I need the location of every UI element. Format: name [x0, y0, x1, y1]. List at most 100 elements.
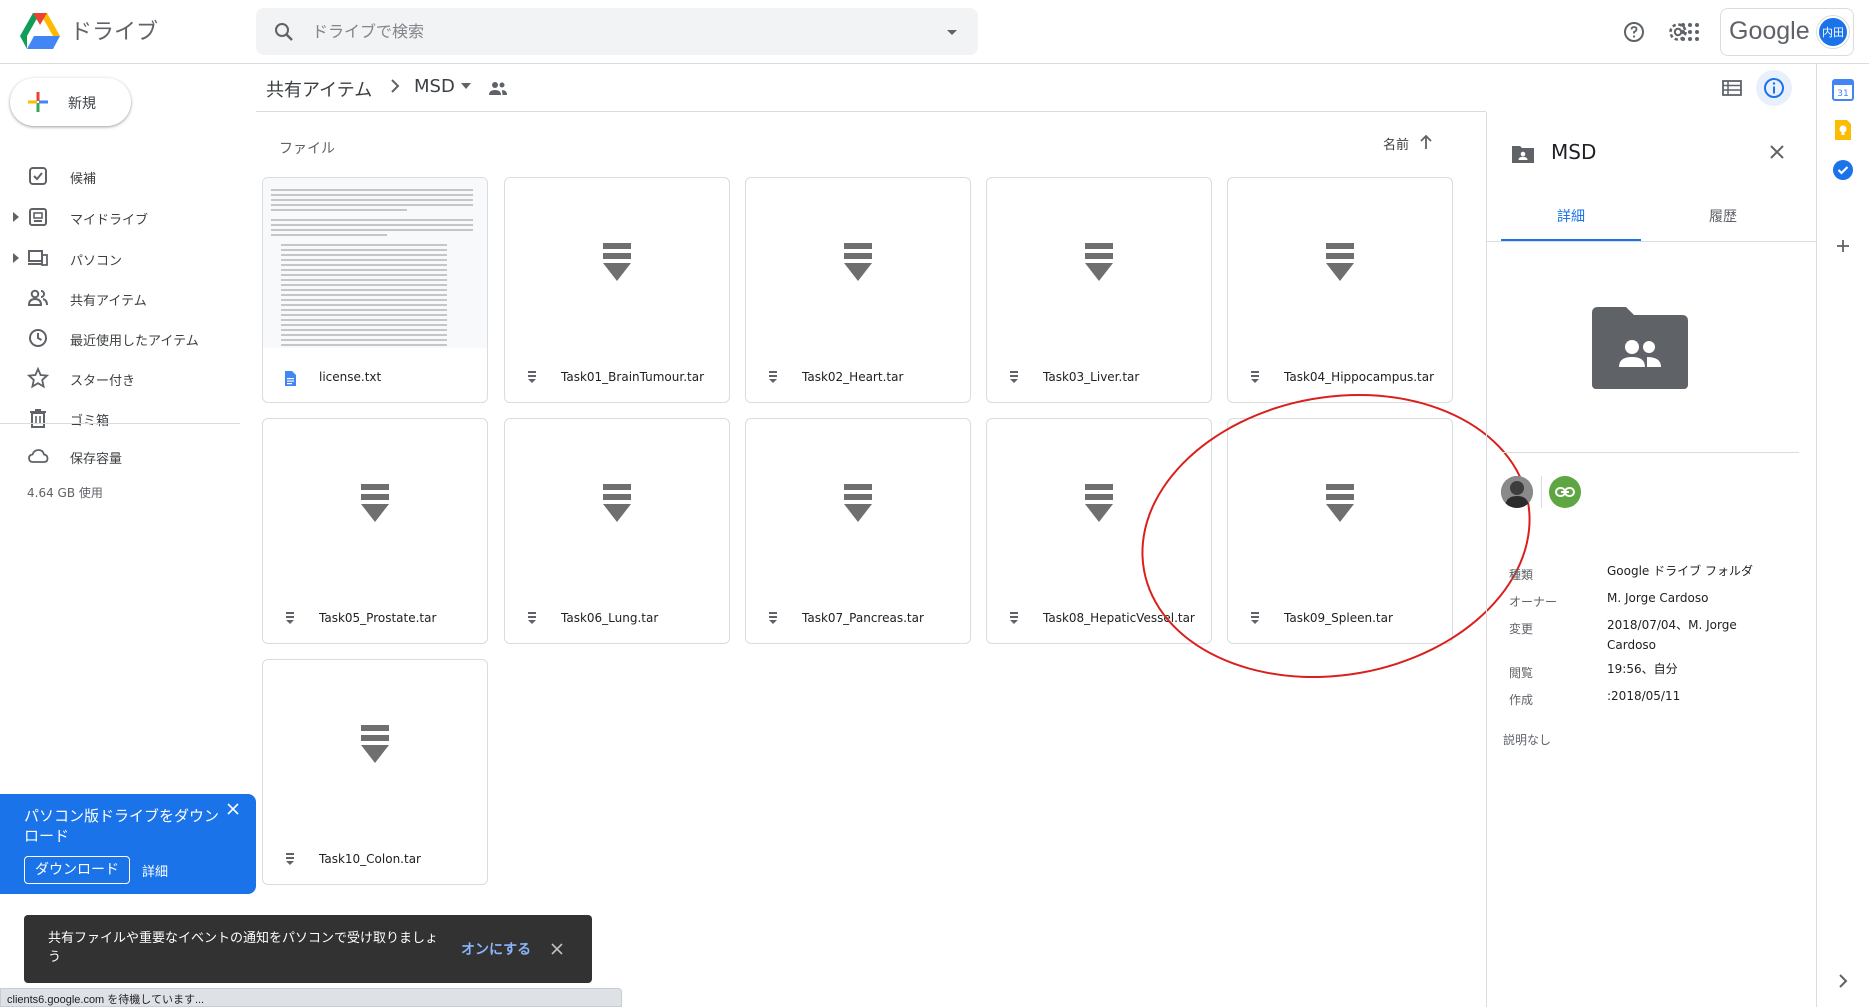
google-apps-button[interactable]: [1672, 14, 1708, 50]
expand-arrow-icon[interactable]: [12, 253, 20, 263]
cloud-icon: [28, 449, 49, 463]
files-section-heading: ファイル: [279, 141, 335, 157]
expand-arrow-icon[interactable]: [12, 212, 20, 222]
google-account-button[interactable]: Google 内田: [1720, 8, 1854, 56]
new-button-label: 新規: [68, 96, 96, 112]
close-icon[interactable]: [226, 802, 240, 816]
sidebar-item-shared-with-me[interactable]: 共有アイテム: [0, 280, 240, 316]
file-name: Task09_Spleen.tar: [1284, 611, 1393, 625]
sidebar-item-recent[interactable]: 最近使用したアイテム: [0, 320, 240, 356]
file-card-archive[interactable]: Task02_Heart.tar: [745, 177, 971, 403]
property-label-opened: 閲覧: [1509, 666, 1534, 680]
chevron-right-icon[interactable]: [1831, 969, 1855, 993]
avatar[interactable]: 内田: [1817, 16, 1849, 48]
property-value-modified: 2018/07/04、M. Jorge Cardoso: [1607, 618, 1737, 652]
sidebar-item-label: 最近使用したアイテム: [70, 334, 199, 349]
file-card-archive[interactable]: Task03_Liver.tar: [986, 177, 1212, 403]
sidebar-item-trash[interactable]: ゴミ箱: [0, 400, 240, 436]
app-title[interactable]: ドライブ: [70, 14, 158, 46]
file-card-archive[interactable]: Task09_Spleen.tar: [1227, 418, 1453, 644]
new-button[interactable]: 新規: [10, 78, 131, 126]
keep-icon[interactable]: [1831, 118, 1855, 142]
file-card-archive[interactable]: Task06_Lung.tar: [504, 418, 730, 644]
sidebar-item-computers[interactable]: パソコン: [0, 240, 240, 276]
shared-people-icon: [489, 82, 507, 95]
file-name: Task06_Lung.tar: [561, 611, 659, 625]
archive-icon: [844, 484, 872, 522]
file-card-archive[interactable]: Task04_Hippocampus.tar: [1227, 177, 1453, 403]
file-name: Task01_BrainTumour.tar: [561, 370, 705, 384]
file-name: Task08_HepaticVessel.tar: [1043, 611, 1195, 625]
my-drive-icon: [29, 208, 47, 226]
close-icon[interactable]: [1765, 140, 1789, 164]
search-input[interactable]: [312, 18, 912, 44]
file-name: Task02_Heart.tar: [802, 370, 904, 384]
archive-small-icon: [1251, 371, 1259, 383]
enable-notifications-button[interactable]: オンにする: [461, 939, 531, 959]
file-name: Task07_Pancreas.tar: [802, 611, 924, 625]
promo-details-link[interactable]: 詳細: [142, 861, 168, 880]
plus-icon: [28, 92, 48, 112]
sidebar-item-my-drive[interactable]: マイドライブ: [0, 199, 240, 235]
archive-icon: [603, 484, 631, 522]
close-icon[interactable]: [550, 942, 564, 956]
shared-folder-preview-icon: [1592, 307, 1688, 389]
view-details-button[interactable]: [1756, 70, 1792, 106]
tasks-icon[interactable]: [1831, 158, 1855, 182]
sidebar-item-suggested[interactable]: 候補: [0, 158, 240, 194]
chevron-down-icon[interactable]: [460, 82, 472, 90]
search-options-dropdown-icon[interactable]: [940, 20, 964, 44]
arrow-up-icon[interactable]: [1418, 133, 1434, 151]
file-name: Task04_Hippocampus.tar: [1284, 370, 1435, 384]
sort-by-name-button[interactable]: 名前: [1383, 134, 1409, 153]
file-card-archive[interactable]: Task05_Prostate.tar: [262, 418, 488, 644]
sidebar-item-label: 候補: [70, 172, 97, 187]
archive-small-icon: [1010, 371, 1018, 383]
file-card-archive[interactable]: Task07_Pancreas.tar: [745, 418, 971, 644]
storage-usage-text: 4.64 GB 使用: [27, 486, 103, 500]
file-card-license[interactable]: license.txt: [262, 177, 488, 403]
star-icon: [27, 367, 49, 389]
owner-avatar[interactable]: [1501, 476, 1533, 508]
breadcrumb: 共有アイテム MSD: [256, 64, 1792, 112]
access-divider: [1541, 476, 1542, 508]
breadcrumb-root[interactable]: 共有アイテム: [266, 76, 372, 102]
add-addon-icon[interactable]: [1831, 234, 1855, 258]
search-bar[interactable]: [256, 8, 978, 55]
tab-activity[interactable]: 履歴: [1653, 206, 1793, 242]
breadcrumb-current-folder[interactable]: MSD: [414, 76, 455, 97]
browser-status-bar: clients6.google.com を待機しています...: [0, 988, 622, 1007]
file-name: Task03_Liver.tar: [1043, 370, 1140, 384]
file-name: Task05_Prostate.tar: [319, 611, 437, 625]
description-placeholder[interactable]: 説明なし: [1503, 731, 1551, 748]
chevron-right-icon: [391, 79, 400, 93]
notification-snackbar: 共有ファイルや重要なイベントの通知をパソコンで受け取りましょう オンにする: [24, 915, 592, 983]
archive-icon: [603, 243, 631, 281]
file-card-archive[interactable]: Task08_HepaticVessel.tar: [986, 418, 1212, 644]
list-view-button[interactable]: [1716, 72, 1748, 104]
help-button[interactable]: [1616, 14, 1652, 50]
download-button[interactable]: ダウンロード: [24, 856, 130, 884]
property-label-modified: 変更: [1509, 622, 1534, 636]
file-name: license.txt: [319, 370, 382, 384]
sidebar-item-label: 保存容量: [70, 452, 123, 467]
archive-small-icon: [769, 371, 777, 383]
file-card-archive[interactable]: Task10_Colon.tar: [262, 659, 488, 885]
sidebar-item-starred[interactable]: スター付き: [0, 360, 240, 396]
document-preview: [263, 178, 487, 348]
property-value-opened: 19:56、自分: [1607, 662, 1678, 676]
search-icon[interactable]: [272, 20, 296, 44]
google-wordmark: Google: [1729, 17, 1810, 45]
calendar-icon[interactable]: 31: [1831, 78, 1855, 102]
sidebar-item-storage[interactable]: 保存容量: [0, 438, 240, 474]
tab-details[interactable]: 詳細: [1501, 206, 1641, 242]
file-card-archive[interactable]: Task01_BrainTumour.tar: [504, 177, 730, 403]
link-sharing-button[interactable]: [1549, 476, 1581, 508]
trash-icon: [30, 409, 46, 428]
tab-divider: [1487, 241, 1817, 242]
google-drive-logo-icon[interactable]: [20, 13, 60, 49]
archive-icon: [1326, 484, 1354, 522]
file-name: Task10_Colon.tar: [319, 852, 421, 866]
svg-text:31: 31: [1837, 89, 1848, 99]
people-icon: [27, 289, 48, 306]
